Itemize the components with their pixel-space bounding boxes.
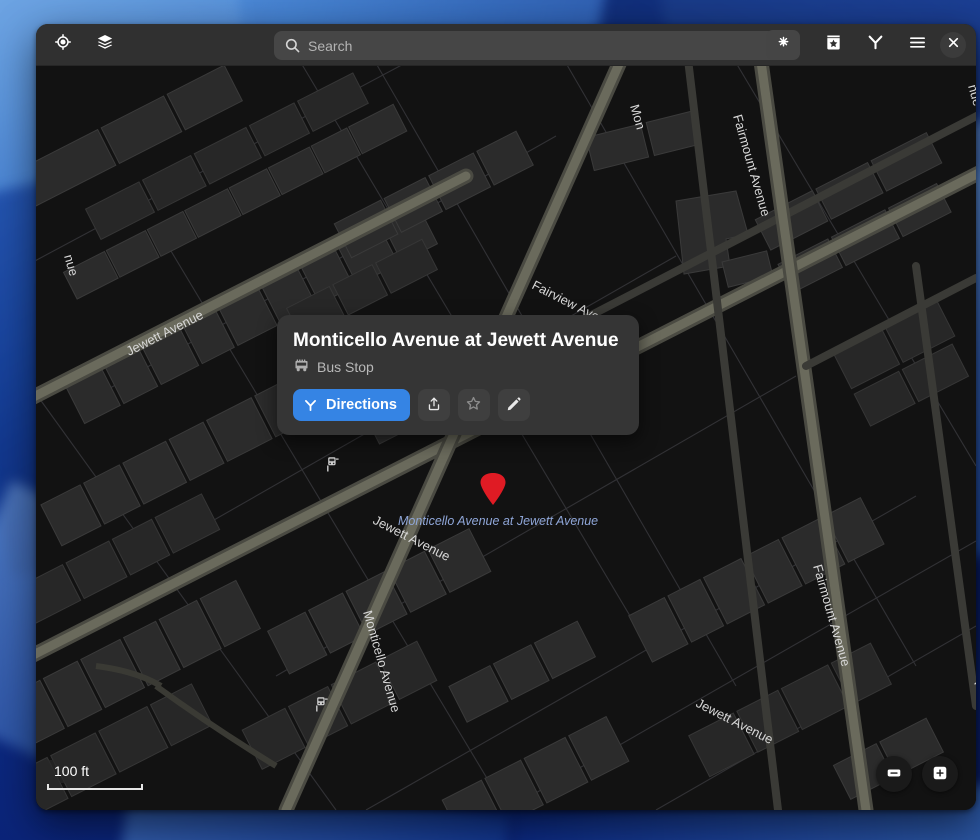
place-title: Monticello Avenue at Jewett Avenue <box>293 330 619 351</box>
maps-window: .bldg { fill:#2b2b2b; stroke:#3a3a3a; st… <box>36 24 976 810</box>
layers-icon <box>96 33 114 56</box>
place-category-label: Bus Stop <box>317 358 374 375</box>
place-category-row: Bus Stop <box>293 358 623 375</box>
map-tiles: .bldg { fill:#2b2b2b; stroke:#3a3a3a; st… <box>36 66 976 810</box>
pencil-icon <box>506 396 522 415</box>
close-icon <box>947 36 960 54</box>
zoom-in-button[interactable] <box>922 756 958 792</box>
close-window-button[interactable] <box>940 32 966 58</box>
bus-stop-marker-west[interactable] <box>326 456 340 477</box>
map-canvas[interactable]: .bldg { fill:#2b2b2b; stroke:#3a3a3a; st… <box>36 66 976 810</box>
route-fork-icon <box>303 398 318 413</box>
hamburger-menu-icon <box>908 33 927 57</box>
bus-stop-marker-south[interactable] <box>315 696 329 717</box>
scale-indicator: 100 ft <box>47 760 143 790</box>
zoom-out-button[interactable] <box>876 756 912 792</box>
route-planner-button[interactable] <box>858 30 892 60</box>
route-fork-icon <box>866 33 885 57</box>
go-to-location-button[interactable] <box>46 30 80 60</box>
explore-button[interactable] <box>766 30 800 60</box>
place-marker-pin[interactable] <box>479 472 507 511</box>
plus-icon <box>931 764 949 785</box>
share-icon <box>426 396 442 415</box>
header-bar <box>36 24 976 66</box>
main-menu-button[interactable] <box>900 30 934 60</box>
location-crosshair-icon <box>54 33 72 56</box>
share-button[interactable] <box>417 389 450 421</box>
search-container <box>274 31 788 60</box>
edit-button[interactable] <box>497 389 530 421</box>
map-layers-button[interactable] <box>88 30 122 60</box>
sparkle-icon <box>774 33 793 57</box>
desktop-background: .bldg { fill:#2b2b2b; stroke:#3a3a3a; st… <box>0 0 980 840</box>
scale-label: 100 ft <box>47 760 97 783</box>
directions-button-label: Directions <box>326 397 397 413</box>
search-input[interactable] <box>274 31 788 60</box>
header-right-controls <box>766 30 966 60</box>
bus-icon <box>293 358 310 375</box>
star-outline-icon <box>465 395 482 415</box>
favorite-button[interactable] <box>457 389 490 421</box>
place-marker-label: Monticello Avenue at Jewett Avenue <box>398 514 599 528</box>
star-box-icon <box>824 33 843 57</box>
minus-icon <box>885 764 903 785</box>
place-actions: Directions <box>293 389 623 421</box>
favorites-button[interactable] <box>816 30 850 60</box>
scale-bar <box>47 784 143 790</box>
directions-button[interactable]: Directions <box>293 389 410 421</box>
zoom-controls <box>876 756 958 792</box>
place-info-card: Monticello Avenue at Jewett Avenue Bus S… <box>277 315 639 435</box>
